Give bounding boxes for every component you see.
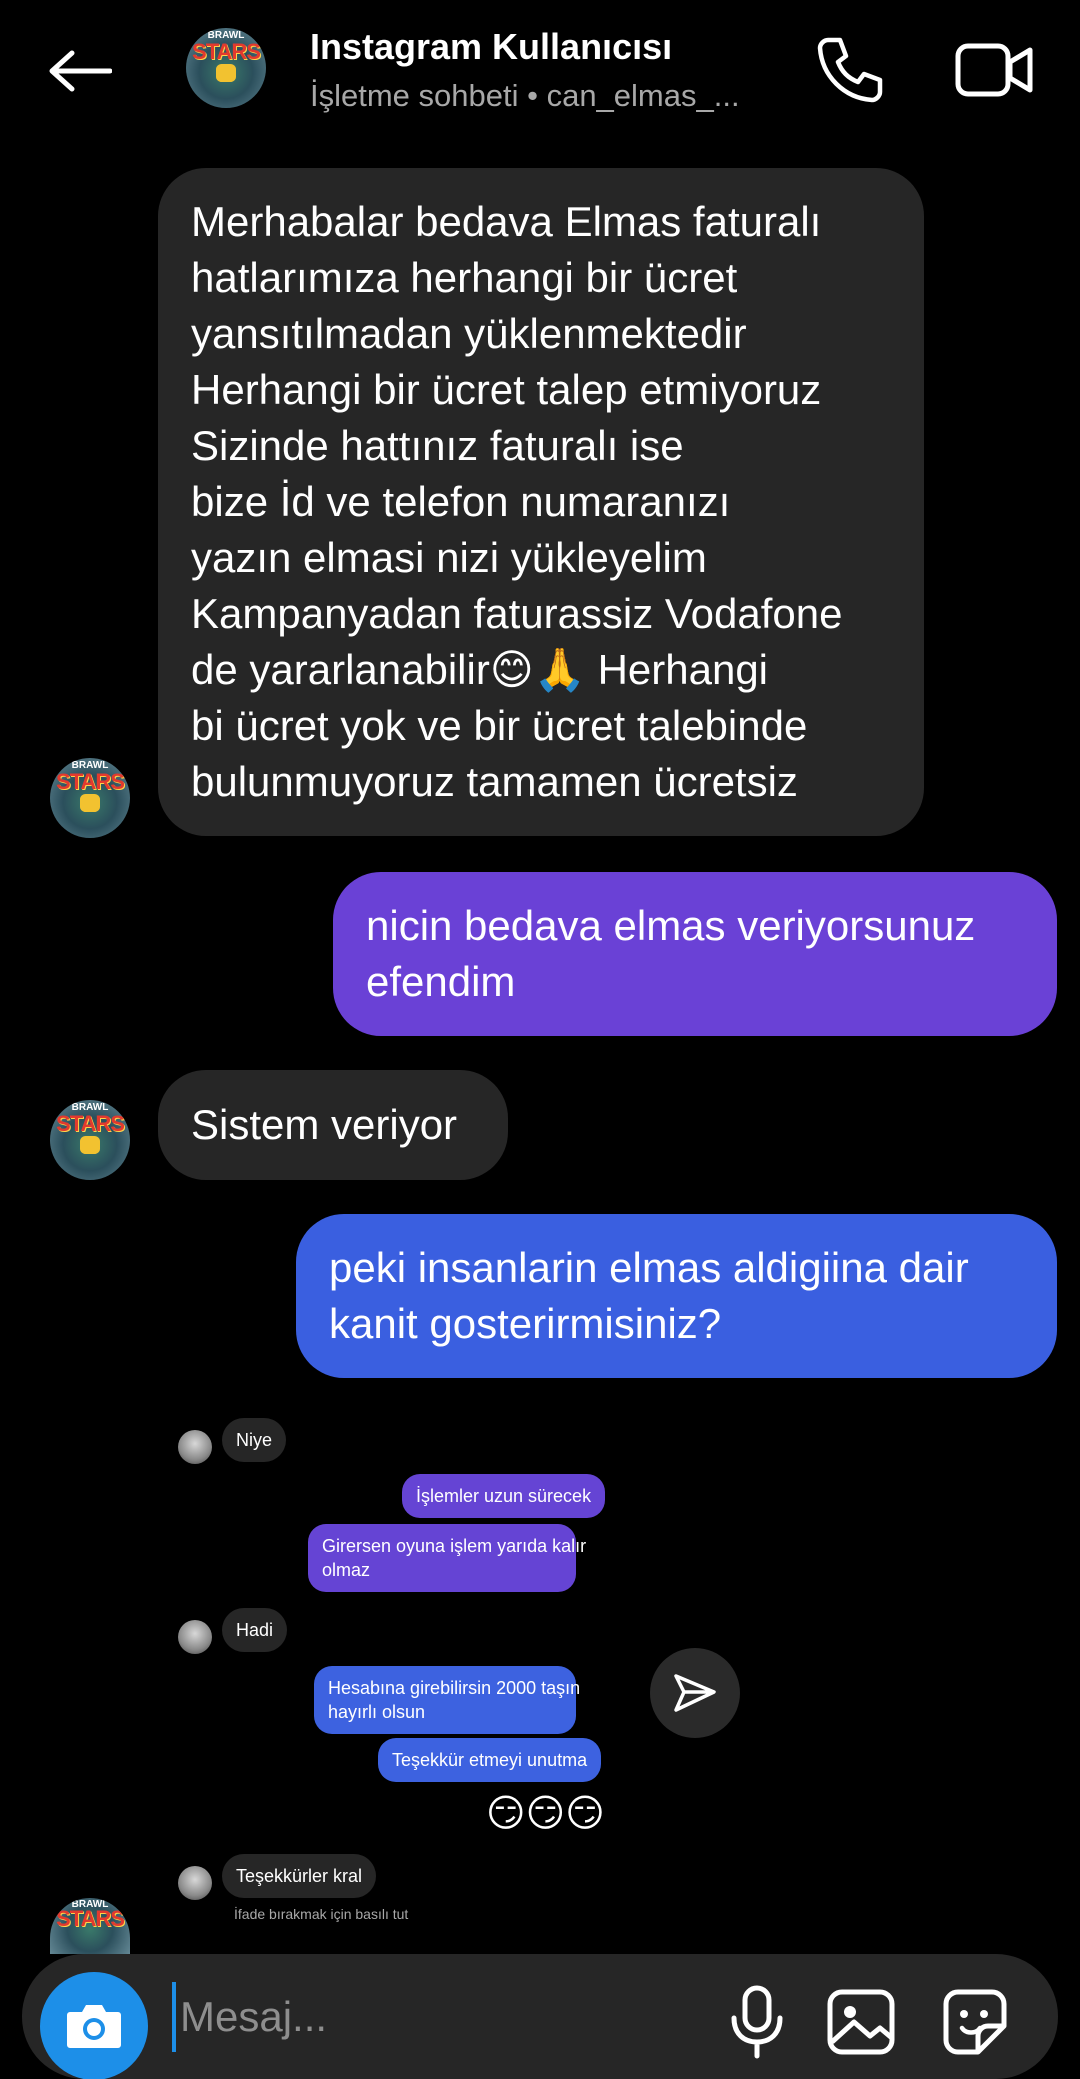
shared-screenshot-image[interactable]: Niye İşlemler uzun sürecek Girersen oyun… (160, 1410, 760, 1950)
video-camera-icon (955, 43, 1033, 97)
phone-icon (817, 37, 883, 103)
message-line: Sizinde hattınız faturalı ise (191, 422, 684, 469)
contact-avatar[interactable]: BRAWL STARS (186, 28, 266, 108)
embedded-avatar (178, 1866, 212, 1900)
embedded-avatar (178, 1430, 212, 1464)
embedded-message-incoming: Hadi (222, 1608, 288, 1652)
message-bubble-incoming[interactable]: Merhabalar bedava Elmas faturalı hatları… (158, 168, 924, 836)
message-composer (22, 1954, 1058, 2079)
embedded-line: olmaz (322, 1560, 371, 1580)
contact-name[interactable]: Instagram Kullanıcısı (310, 26, 672, 68)
sticker-icon (943, 1989, 1007, 2055)
message-line: kanit gosterirmisiniz? (329, 1300, 722, 1347)
avatar-skull-icon (216, 64, 236, 82)
sender-avatar[interactable]: BRAWL STARS (50, 1100, 130, 1180)
gallery-icon (827, 1989, 895, 2055)
message-line: peki insanlarin elmas aldigiina dair (329, 1244, 969, 1291)
embedded-avatar (178, 1620, 212, 1654)
embedded-send-button (650, 1648, 740, 1738)
embedded-message-incoming: Niye (222, 1418, 287, 1462)
message-bubble-outgoing[interactable]: peki insanlarin elmas aldigiina dair kan… (296, 1214, 1057, 1378)
embedded-line: hayırlı olsun (328, 1702, 426, 1722)
message-line: yazın elmasi nizi yükleyelim (191, 534, 707, 581)
embedded-line: Hesabına girebilirsin 2000 taşın (328, 1678, 581, 1698)
camera-icon (67, 2005, 121, 2048)
chat-header: BRAWL STARS Instagram Kullanıcısı İşletm… (0, 0, 1080, 150)
voice-message-button[interactable] (722, 1982, 792, 2062)
sender-avatar[interactable]: BRAWL STARS (50, 1898, 130, 1954)
sender-avatar[interactable]: BRAWL STARS (50, 758, 130, 838)
sticker-button[interactable] (934, 1982, 1014, 2062)
avatar-skull-icon (80, 1136, 100, 1154)
send-icon (674, 1674, 716, 1712)
message-line: nicin bedava elmas veriyorsunuz (366, 902, 976, 949)
message-bubble-outgoing[interactable]: nicin bedava elmas veriyorsunuz efendim (333, 872, 1057, 1036)
message-line: efendim (366, 958, 516, 1005)
message-line: bize İd ve telefon numaranızı (191, 478, 731, 525)
message-line: bi ücret yok ve bir ücret talebinde (191, 702, 808, 749)
gallery-button[interactable] (822, 1982, 902, 2062)
avatar-skull-icon (80, 794, 100, 812)
message-input[interactable] (172, 1982, 672, 2052)
message-line: Herhangi bir ücret talep etmiyoruz (191, 366, 822, 413)
contact-subtitle[interactable]: İşletme sohbeti • can_elmas_... (310, 78, 780, 114)
call-button[interactable] (810, 30, 890, 110)
embedded-emoji-message: 😏😏😏 (486, 1793, 605, 1835)
avatar-logo-text: STARS (56, 769, 125, 795)
embedded-message-outgoing: İşlemler uzun sürecek (402, 1474, 606, 1518)
embedded-message-outgoing: Hesabına girebilirsin 2000 taşın hayırlı… (314, 1666, 581, 1734)
message-line: hatlarımıza herhangi bir ücret (191, 254, 738, 301)
message-line: Merhabalar bedava Elmas faturalı (191, 198, 822, 245)
embedded-message-incoming: Teşekkürler kral (222, 1854, 377, 1898)
microphone-icon (731, 1985, 783, 2059)
embedded-reaction-hint: İfade bırakmak için basılı tut (234, 1906, 409, 1922)
message-line: de yararlanabilir😊🙏 Herhangi (191, 646, 769, 693)
message-line: yansıtılmadan yüklenmektedir (191, 310, 747, 357)
embedded-message-outgoing: Teşekkür etmeyi unutma (378, 1738, 602, 1782)
message-line: Sistem veriyor (191, 1101, 458, 1148)
embedded-message-outgoing: Girersen oyuna işlem yarıda kalır olmaz (308, 1524, 587, 1592)
avatar-logo-text: STARS (192, 39, 261, 65)
video-call-button[interactable] (950, 30, 1040, 110)
message-bubble-incoming[interactable]: Sistem veriyor (158, 1070, 508, 1180)
message-line: Kampanyadan faturassiz Vodafone (191, 590, 843, 637)
message-line: bulunmuyoruz tamamen ücretsiz (191, 758, 798, 805)
back-arrow-icon (49, 50, 112, 92)
avatar-logo-text: STARS (56, 1905, 125, 1931)
back-button[interactable] (40, 36, 120, 106)
embedded-line: Girersen oyuna işlem yarıda kalır (322, 1536, 587, 1556)
camera-button[interactable] (40, 1972, 148, 2079)
avatar-logo-text: STARS (56, 1111, 125, 1137)
